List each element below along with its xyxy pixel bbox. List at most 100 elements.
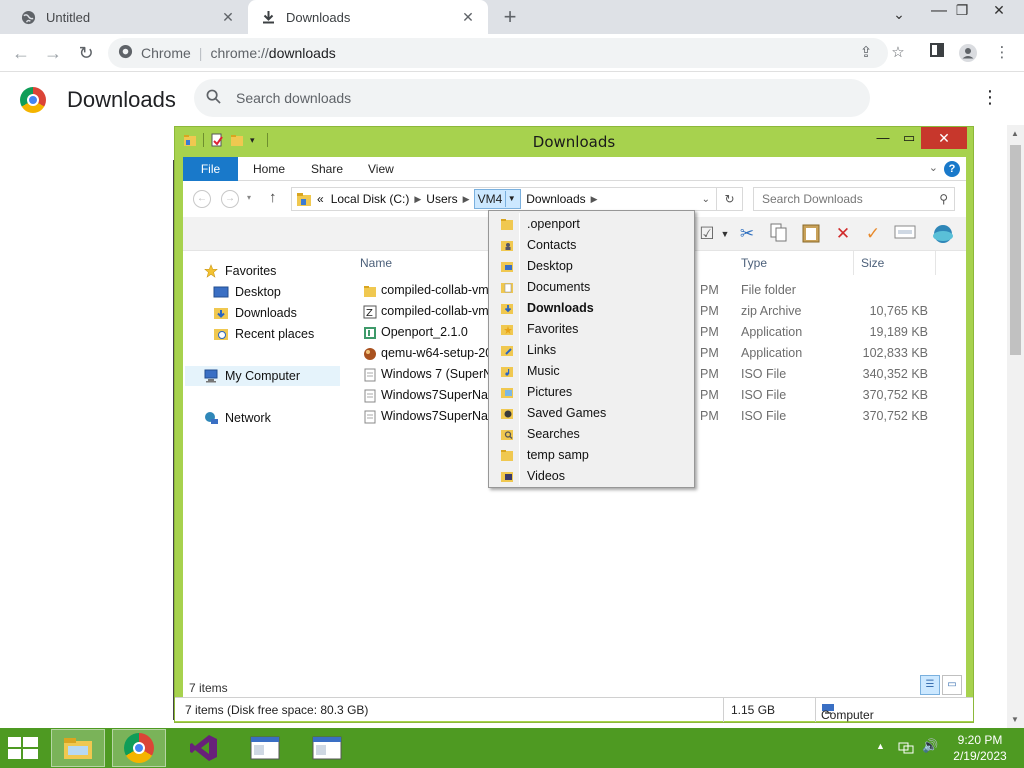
explorer-forward-button[interactable]: → [221,190,239,208]
nav-downloads[interactable]: Downloads [213,303,297,323]
explorer-back-button[interactable]: ← [193,190,211,208]
nav-recent-places[interactable]: Recent places [213,324,314,344]
dropdown-item-saved-games[interactable]: Saved Games [491,402,692,423]
close-tab-icon[interactable]: ✕ [220,9,236,26]
taskbar-window-1[interactable] [238,729,292,767]
dropdown-item-videos[interactable]: Videos [491,465,692,486]
column-header-type[interactable]: Type [741,251,767,275]
side-panel-icon[interactable] [927,43,947,63]
nav-my-computer[interactable]: My Computer [185,366,340,386]
scroll-up-arrow-icon[interactable]: ▲ [1011,129,1019,138]
explorer-maximize-button[interactable]: ▭ [894,127,924,149]
dropdown-item-openport[interactable]: .openport [491,213,692,234]
ribbon-tab-view[interactable]: View [358,157,404,181]
copy-icon[interactable] [767,223,791,245]
dropdown-item-links[interactable]: Links [491,339,692,360]
close-tab-icon[interactable]: ✕ [460,9,476,26]
back-button[interactable]: ← [10,42,32,64]
dropdown-item-searches[interactable]: Searches [491,423,692,444]
volume-tray-icon[interactable]: 🔊 [922,738,938,754]
bookmark-star-icon[interactable]: ☆ [888,43,908,63]
tab-untitled[interactable]: Untitled ✕ [8,0,248,34]
expand-ribbon-icon[interactable]: ⌄ [929,161,938,174]
recent-locations-icon[interactable]: ▾ [247,193,251,202]
chrome-menu-icon[interactable]: ⋮ [992,43,1012,63]
scroll-down-arrow-icon[interactable]: ▼ [1011,715,1019,724]
tray-overflow-icon[interactable]: ▲ [876,741,885,751]
breadcrumb-vm4[interactable]: VM4 ▼ [473,189,522,209]
dropdown-item-favorites[interactable]: Favorites [491,318,692,339]
help-icon[interactable]: ? [944,161,960,177]
chevron-right-icon[interactable]: ▶ [463,194,470,205]
dropdown-item-music[interactable]: Music [491,360,692,381]
delete-icon[interactable]: ✕ [831,223,855,245]
downloads-search-input[interactable]: Search downloads [194,79,870,117]
tab-search-chevron-icon[interactable]: ⌄ [884,6,914,23]
network-tray-icon[interactable] [898,741,914,758]
column-header-size[interactable]: Size [861,251,884,275]
taskbar-visual-studio[interactable] [177,729,231,767]
details-view-icon[interactable]: ☰ [920,675,940,695]
breadcrumb-overflow[interactable]: « [317,192,324,206]
downloads-menu-icon[interactable]: ⋮ [980,87,1000,108]
tab-downloads[interactable]: Downloads ✕ [248,0,488,34]
url-text: chrome://downloads [210,45,336,61]
close-window-button[interactable]: ✕ [984,2,1014,19]
paste-icon[interactable] [799,223,823,245]
network-globe-icon[interactable] [931,223,955,245]
cut-icon[interactable]: ✂ [735,223,759,245]
ribbon-tab-file[interactable]: File [183,157,238,181]
column-header-name[interactable]: Name [360,251,392,275]
profile-avatar-icon[interactable] [958,43,978,63]
dropdown-item-pictures[interactable]: Pictures [491,381,692,402]
dropdown-item-desktop[interactable]: Desktop [491,255,692,276]
column-separator[interactable] [853,251,854,275]
reload-button[interactable]: ↻ [75,42,97,64]
omnibox[interactable]: Chrome | chrome://downloads [108,38,888,68]
recent-places-icon [214,329,228,340]
large-icons-view-icon[interactable]: ▭ [942,675,962,695]
taskbar-chrome[interactable] [112,729,166,767]
new-tab-button[interactable]: + [498,4,522,30]
clock-date: 2/19/2023 [953,749,1007,763]
address-bar[interactable]: « Local Disk (C:) ▶ Users ▶ VM4 ▼ Downlo… [291,187,717,211]
properties-icon[interactable] [893,223,917,245]
chevron-right-icon[interactable]: ▶ [591,194,598,205]
breadcrumb-users[interactable]: Users [426,192,457,206]
dropdown-item-documents[interactable]: Documents [491,276,692,297]
dropdown-item-temp-samp[interactable]: temp samp [491,444,692,465]
explorer-search-input[interactable]: Search Downloads ⚲ [753,187,955,211]
address-dropdown-icon[interactable]: ⌄ [702,194,710,205]
restore-button[interactable]: ❐ [947,2,977,19]
breadcrumb-local-disk[interactable]: Local Disk (C:) [331,192,410,206]
system-clock[interactable]: 9:20 PM 2/19/2023 [950,732,1010,764]
dropdown-item-contacts[interactable]: Contacts [491,234,692,255]
refresh-button[interactable]: ↻ [717,187,743,211]
downloads-folder-icon [501,303,513,314]
share-icon[interactable]: ⇪ [856,43,876,63]
nav-favorites[interactable]: Favorites [203,261,276,281]
ribbon-tab-share[interactable]: Share [301,157,353,181]
breadcrumb-downloads[interactable]: Downloads [526,192,585,206]
chrome-logo-icon [20,87,46,113]
rename-check-icon[interactable]: ✓ [861,223,885,245]
select-dropdown-icon[interactable]: ▼ [713,223,737,245]
nav-desktop[interactable]: Desktop [213,282,281,302]
taskbar-file-explorer[interactable] [51,729,105,767]
windows-start-icon[interactable] [8,737,38,759]
nav-network[interactable]: Network [203,408,271,428]
forward-button[interactable]: → [42,42,64,64]
ribbon-tab-home[interactable]: Home [243,157,295,181]
saved-games-folder-icon [501,408,513,419]
scroll-thumb[interactable] [1010,145,1021,355]
column-separator[interactable] [935,251,936,275]
window-icon [312,736,342,760]
chevron-down-icon[interactable]: ▼ [505,191,518,207]
page-scrollbar[interactable]: ▲ ▼ [1007,125,1024,728]
taskbar-window-2[interactable] [300,729,354,767]
up-folder-icon[interactable]: ↑ [269,189,277,206]
dropdown-item-downloads[interactable]: Downloads [491,297,692,318]
explorer-close-button[interactable]: ✕ [921,127,967,149]
explorer-titlebar[interactable]: ▾ Downloads — ▭ ✕ [175,127,973,157]
chevron-right-icon[interactable]: ▶ [414,194,421,205]
